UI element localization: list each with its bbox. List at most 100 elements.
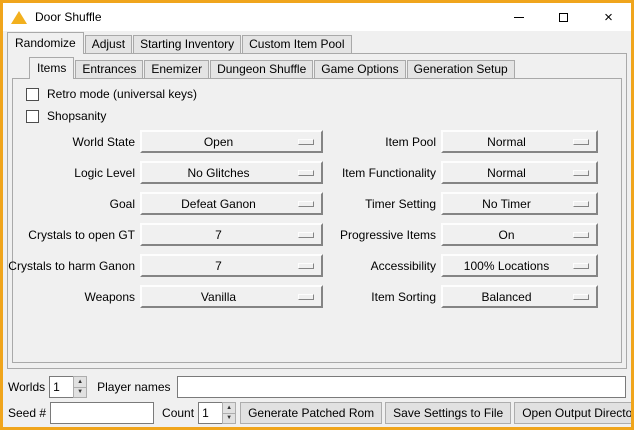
item-sorting-value: Balanced [481, 290, 531, 304]
item-functionality-dropdown[interactable]: Normal [441, 161, 598, 184]
arrow-down-icon: ▼ [77, 389, 83, 395]
titlebar[interactable]: Door Shuffle × [3, 3, 631, 31]
logic-level-dropdown[interactable]: No Glitches [140, 161, 323, 184]
goal-label: Goal [110, 197, 135, 211]
dropdown-indicator-icon [298, 263, 314, 269]
shopsanity-checkbox[interactable]: Shopsanity [26, 106, 621, 126]
items-panel: Retro mode (universal keys) Shopsanity W… [12, 78, 622, 363]
progressive-items-label: Progressive Items [340, 228, 436, 242]
count-spin-arrows: ▲ ▼ [222, 402, 236, 424]
item-pool-value: Normal [487, 135, 526, 149]
tab-starting-inventory[interactable]: Starting Inventory [133, 35, 241, 53]
minimize-icon [514, 17, 524, 18]
tab-generation-setup[interactable]: Generation Setup [407, 60, 515, 78]
window-title: Door Shuffle [35, 10, 102, 24]
primary-tab-bar: Randomize Adjust Starting Inventory Cust… [7, 32, 627, 53]
goal-value: Defeat Ganon [181, 197, 256, 211]
dropdown-indicator-icon [573, 294, 589, 300]
dropdown-indicator-icon [298, 232, 314, 238]
worlds-label: Worlds [8, 380, 45, 394]
accessibility-dropdown[interactable]: 100% Locations [441, 254, 598, 277]
randomize-panel: Items Entrances Enemizer Dungeon Shuffle… [7, 53, 627, 369]
worlds-row: Worlds ▲ ▼ Player names [8, 376, 626, 398]
world-state-value: Open [204, 135, 233, 149]
minimize-button[interactable] [496, 3, 541, 31]
worlds-spin-down-button[interactable]: ▼ [73, 388, 87, 399]
item-functionality-label: Item Functionality [342, 166, 436, 180]
open-output-button[interactable]: Open Output Directory [514, 402, 634, 424]
seed-row: Seed # Count ▲ ▼ Generate Patched Rom Sa… [8, 402, 626, 424]
window-content: Randomize Adjust Starting Inventory Cust… [3, 32, 631, 428]
count-input[interactable] [198, 402, 222, 424]
item-functionality-value: Normal [487, 166, 526, 180]
world-state-dropdown[interactable]: Open [140, 130, 323, 153]
accessibility-value: 100% Locations [464, 259, 549, 273]
count-spin-down-button[interactable]: ▼ [222, 414, 236, 425]
player-names-input[interactable] [177, 376, 627, 398]
tab-entrances[interactable]: Entrances [75, 60, 143, 78]
player-names-label: Player names [97, 380, 170, 394]
weapons-value: Vanilla [201, 290, 236, 304]
worlds-spinbox: ▲ ▼ [49, 376, 87, 398]
arrow-up-icon: ▲ [77, 379, 83, 385]
timer-setting-dropdown[interactable]: No Timer [441, 192, 598, 215]
crystals-open-gt-value: 7 [215, 228, 222, 242]
arrow-up-icon: ▲ [226, 405, 232, 411]
maximize-button[interactable] [541, 3, 586, 31]
tab-randomize[interactable]: Randomize [7, 32, 84, 54]
close-icon: × [604, 10, 613, 25]
dropdown-indicator-icon [573, 170, 589, 176]
worlds-spin-up-button[interactable]: ▲ [73, 376, 87, 388]
count-spin-up-button[interactable]: ▲ [222, 402, 236, 414]
crystals-harm-ganon-dropdown[interactable]: 7 [140, 254, 323, 277]
crystals-harm-ganon-value: 7 [215, 259, 222, 273]
seed-label: Seed # [8, 406, 46, 420]
dropdown-indicator-icon [573, 139, 589, 145]
tab-game-options[interactable]: Game Options [314, 60, 405, 78]
goal-dropdown[interactable]: Defeat Ganon [140, 192, 323, 215]
item-pool-dropdown[interactable]: Normal [441, 130, 598, 153]
logic-level-label: Logic Level [74, 166, 135, 180]
item-sorting-label: Item Sorting [371, 290, 436, 304]
timer-setting-value: No Timer [482, 197, 531, 211]
dropdown-indicator-icon [573, 201, 589, 207]
seed-input[interactable] [50, 402, 154, 424]
weapons-dropdown[interactable]: Vanilla [140, 285, 323, 308]
tab-enemizer[interactable]: Enemizer [144, 60, 209, 78]
count-spinbox: ▲ ▼ [198, 402, 236, 424]
tab-dungeon-shuffle[interactable]: Dungeon Shuffle [210, 60, 313, 78]
dropdown-indicator-icon [298, 170, 314, 176]
accessibility-label: Accessibility [371, 259, 436, 273]
progressive-items-value: On [498, 228, 514, 242]
crystals-open-gt-dropdown[interactable]: 7 [140, 223, 323, 246]
timer-setting-label: Timer Setting [365, 197, 436, 211]
shopsanity-label: Shopsanity [47, 109, 106, 123]
app-icon [11, 11, 27, 24]
settings-grid: World State Open Item Pool Normal Logic … [13, 130, 621, 308]
generate-rom-button[interactable]: Generate Patched Rom [240, 402, 382, 424]
weapons-label: Weapons [85, 290, 135, 304]
dropdown-indicator-icon [298, 201, 314, 207]
tab-custom-item-pool[interactable]: Custom Item Pool [242, 35, 351, 53]
retro-mode-label: Retro mode (universal keys) [47, 87, 197, 101]
tab-adjust[interactable]: Adjust [85, 35, 132, 53]
tab-items[interactable]: Items [29, 57, 74, 79]
close-button[interactable]: × [586, 3, 631, 31]
retro-mode-checkbox[interactable]: Retro mode (universal keys) [26, 84, 621, 104]
dropdown-indicator-icon [573, 232, 589, 238]
progressive-items-dropdown[interactable]: On [441, 223, 598, 246]
window-controls: × [496, 3, 631, 31]
maximize-icon [559, 13, 568, 22]
dropdown-indicator-icon [298, 294, 314, 300]
count-label: Count [162, 406, 194, 420]
dropdown-indicator-icon [298, 139, 314, 145]
checkbox-icon [26, 110, 39, 123]
secondary-tab-bar: Items Entrances Enemizer Dungeon Shuffle… [29, 57, 622, 78]
world-state-label: World State [73, 135, 135, 149]
item-sorting-dropdown[interactable]: Balanced [441, 285, 598, 308]
crystals-open-gt-label: Crystals to open GT [28, 228, 135, 242]
worlds-input[interactable] [49, 376, 73, 398]
worlds-spin-arrows: ▲ ▼ [73, 376, 87, 398]
logic-level-value: No Glitches [187, 166, 249, 180]
save-settings-button[interactable]: Save Settings to File [385, 402, 511, 424]
